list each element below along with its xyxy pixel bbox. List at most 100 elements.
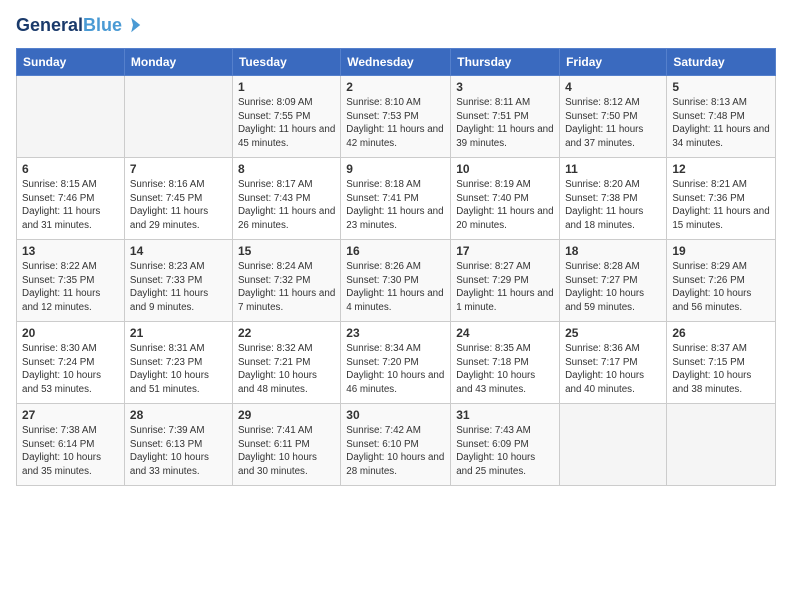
calendar-cell: 17 Sunrise: 8:27 AMSunset: 7:29 PMDayligh… [451, 239, 560, 321]
day-content: Sunrise: 8:20 AMSunset: 7:38 PMDaylight:… [565, 178, 661, 233]
day-content: Sunrise: 7:42 AMSunset: 6:10 PMDaylight:… [346, 424, 445, 479]
day-number: 5 [672, 80, 770, 94]
calendar-cell: 22 Sunrise: 8:32 AMSunset: 7:21 PMDayligh… [232, 321, 340, 403]
calendar-cell: 27 Sunrise: 7:38 AMSunset: 6:14 PMDayligh… [17, 403, 125, 485]
calendar-cell: 30 Sunrise: 7:42 AMSunset: 6:10 PMDayligh… [341, 403, 451, 485]
calendar-week-4: 20 Sunrise: 8:30 AMSunset: 7:24 PMDayligh… [17, 321, 776, 403]
day-number: 13 [22, 244, 119, 258]
calendar-cell [560, 403, 667, 485]
day-content: Sunrise: 8:27 AMSunset: 7:29 PMDaylight:… [456, 260, 554, 315]
day-content: Sunrise: 8:26 AMSunset: 7:30 PMDaylight:… [346, 260, 445, 315]
day-number: 21 [130, 326, 227, 340]
day-number: 29 [238, 408, 335, 422]
day-number: 23 [346, 326, 445, 340]
day-content: Sunrise: 8:22 AMSunset: 7:35 PMDaylight:… [22, 260, 119, 315]
day-number: 25 [565, 326, 661, 340]
day-number: 30 [346, 408, 445, 422]
logo-icon [124, 16, 142, 34]
calendar-cell: 25 Sunrise: 8:36 AMSunset: 7:17 PMDayligh… [560, 321, 667, 403]
day-number: 19 [672, 244, 770, 258]
day-content: Sunrise: 8:21 AMSunset: 7:36 PMDaylight:… [672, 178, 770, 233]
day-content: Sunrise: 8:34 AMSunset: 7:20 PMDaylight:… [346, 342, 445, 397]
day-number: 27 [22, 408, 119, 422]
day-content: Sunrise: 8:23 AMSunset: 7:33 PMDaylight:… [130, 260, 227, 315]
calendar-cell: 19 Sunrise: 8:29 AMSunset: 7:26 PMDayligh… [667, 239, 776, 321]
day-content: Sunrise: 7:41 AMSunset: 6:11 PMDaylight:… [238, 424, 335, 479]
calendar-cell: 29 Sunrise: 7:41 AMSunset: 6:11 PMDayligh… [232, 403, 340, 485]
day-content: Sunrise: 8:16 AMSunset: 7:45 PMDaylight:… [130, 178, 227, 233]
calendar-cell: 2 Sunrise: 8:10 AMSunset: 7:53 PMDaylight… [341, 75, 451, 157]
calendar-cell: 14Sunrise: 8:23 AMSunset: 7:33 PMDayligh… [124, 239, 232, 321]
day-number: 24 [456, 326, 554, 340]
calendar-cell: 5 Sunrise: 8:13 AMSunset: 7:48 PMDaylight… [667, 75, 776, 157]
calendar-cell: 21 Sunrise: 8:31 AMSunset: 7:23 PMDayligh… [124, 321, 232, 403]
calendar-cell: 18 Sunrise: 8:28 AMSunset: 7:27 PMDayligh… [560, 239, 667, 321]
day-number: 6 [22, 162, 119, 176]
logo-text: GeneralBlue [16, 16, 122, 36]
day-content: Sunrise: 7:43 AMSunset: 6:09 PMDaylight:… [456, 424, 554, 479]
day-number: 11 [565, 162, 661, 176]
day-content: Sunrise: 8:36 AMSunset: 7:17 PMDaylight:… [565, 342, 661, 397]
day-content: Sunrise: 8:29 AMSunset: 7:26 PMDaylight:… [672, 260, 770, 315]
day-content: Sunrise: 7:39 AMSunset: 6:13 PMDaylight:… [130, 424, 227, 479]
day-number: 20 [22, 326, 119, 340]
calendar-cell: 26Sunrise: 8:37 AMSunset: 7:15 PMDayligh… [667, 321, 776, 403]
day-number: 8 [238, 162, 335, 176]
day-content: Sunrise: 8:09 AMSunset: 7:55 PMDaylight:… [238, 96, 335, 151]
calendar-week-2: 6 Sunrise: 8:15 AMSunset: 7:46 PMDaylight… [17, 157, 776, 239]
day-number: 7 [130, 162, 227, 176]
day-number: 16 [346, 244, 445, 258]
day-number: 3 [456, 80, 554, 94]
weekday-header-wednesday: Wednesday [341, 48, 451, 75]
calendar-cell: 9 Sunrise: 8:18 AMSunset: 7:41 PMDaylight… [341, 157, 451, 239]
day-number: 2 [346, 80, 445, 94]
day-content: Sunrise: 8:12 AMSunset: 7:50 PMDaylight:… [565, 96, 661, 151]
page-header: GeneralBlue [16, 16, 776, 40]
calendar-cell: 3 Sunrise: 8:11 AMSunset: 7:51 PMDaylight… [451, 75, 560, 157]
day-number: 15 [238, 244, 335, 258]
day-number: 17 [456, 244, 554, 258]
calendar-cell: 10 Sunrise: 8:19 AMSunset: 7:40 PMDayligh… [451, 157, 560, 239]
day-content: Sunrise: 8:15 AMSunset: 7:46 PMDaylight:… [22, 178, 119, 233]
calendar-cell: 11 Sunrise: 8:20 AMSunset: 7:38 PMDayligh… [560, 157, 667, 239]
calendar-cell: 24Sunrise: 8:35 AMSunset: 7:18 PMDayligh… [451, 321, 560, 403]
calendar-cell: 8 Sunrise: 8:17 AMSunset: 7:43 PMDaylight… [232, 157, 340, 239]
weekday-header-friday: Friday [560, 48, 667, 75]
calendar-cell: 16 Sunrise: 8:26 AMSunset: 7:30 PMDayligh… [341, 239, 451, 321]
weekday-header-sunday: Sunday [17, 48, 125, 75]
calendar-week-5: 27 Sunrise: 7:38 AMSunset: 6:14 PMDayligh… [17, 403, 776, 485]
day-content: Sunrise: 8:24 AMSunset: 7:32 PMDaylight:… [238, 260, 335, 315]
day-content: Sunrise: 8:10 AMSunset: 7:53 PMDaylight:… [346, 96, 445, 151]
calendar-cell [17, 75, 125, 157]
day-content: Sunrise: 8:18 AMSunset: 7:41 PMDaylight:… [346, 178, 445, 233]
calendar-cell: 6 Sunrise: 8:15 AMSunset: 7:46 PMDaylight… [17, 157, 125, 239]
day-content: Sunrise: 8:19 AMSunset: 7:40 PMDaylight:… [456, 178, 554, 233]
day-content: Sunrise: 8:30 AMSunset: 7:24 PMDaylight:… [22, 342, 119, 397]
day-content: Sunrise: 8:32 AMSunset: 7:21 PMDaylight:… [238, 342, 335, 397]
day-number: 22 [238, 326, 335, 340]
calendar-cell: 28 Sunrise: 7:39 AMSunset: 6:13 PMDayligh… [124, 403, 232, 485]
day-number: 9 [346, 162, 445, 176]
calendar-cell [667, 403, 776, 485]
calendar-cell [124, 75, 232, 157]
calendar-cell: 23 Sunrise: 8:34 AMSunset: 7:20 PMDayligh… [341, 321, 451, 403]
logo: GeneralBlue [16, 16, 142, 36]
day-number: 18 [565, 244, 661, 258]
day-number: 1 [238, 80, 335, 94]
day-number: 10 [456, 162, 554, 176]
calendar-week-1: 1 Sunrise: 8:09 AMSunset: 7:55 PMDaylight… [17, 75, 776, 157]
day-content: Sunrise: 8:11 AMSunset: 7:51 PMDaylight:… [456, 96, 554, 151]
calendar-table: SundayMondayTuesdayWednesdayThursdayFrid… [16, 48, 776, 486]
day-content: Sunrise: 8:31 AMSunset: 7:23 PMDaylight:… [130, 342, 227, 397]
day-content: Sunrise: 7:38 AMSunset: 6:14 PMDaylight:… [22, 424, 119, 479]
day-content: Sunrise: 8:13 AMSunset: 7:48 PMDaylight:… [672, 96, 770, 151]
day-number: 12 [672, 162, 770, 176]
calendar-cell: 31Sunrise: 7:43 AMSunset: 6:09 PMDayligh… [451, 403, 560, 485]
calendar-cell: 20 Sunrise: 8:30 AMSunset: 7:24 PMDayligh… [17, 321, 125, 403]
day-content: Sunrise: 8:17 AMSunset: 7:43 PMDaylight:… [238, 178, 335, 233]
calendar-cell: 4Sunrise: 8:12 AMSunset: 7:50 PMDaylight… [560, 75, 667, 157]
day-content: Sunrise: 8:28 AMSunset: 7:27 PMDaylight:… [565, 260, 661, 315]
day-number: 28 [130, 408, 227, 422]
weekday-header-row: SundayMondayTuesdayWednesdayThursdayFrid… [17, 48, 776, 75]
calendar-cell: 13 Sunrise: 8:22 AMSunset: 7:35 PMDayligh… [17, 239, 125, 321]
